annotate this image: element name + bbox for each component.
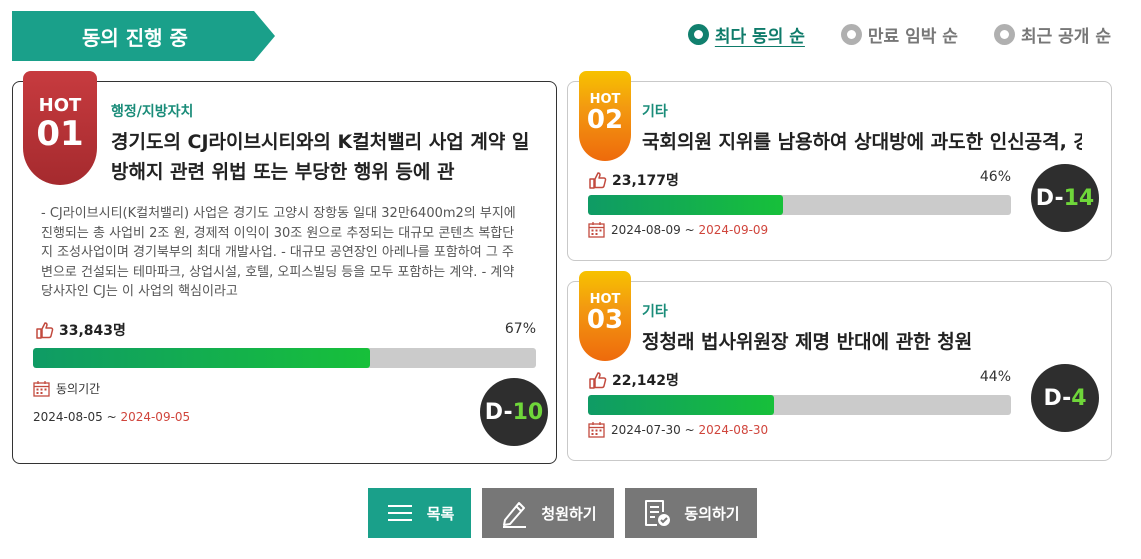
agree-count: 33,843명 — [59, 323, 126, 339]
start-date: 2024-08-09 — [611, 222, 681, 237]
radio-selected-icon — [687, 24, 709, 45]
petition-category: 기타 — [642, 304, 668, 320]
calendar-icon — [588, 422, 605, 438]
sort-options: 최다 동의 순 만료 임박 순 최근 공개 순 — [687, 22, 1111, 47]
petition-title[interactable]: 경기도의 CJ라이브시티와의 K컬처밸리 사업 계약 일방해지 관련 위법 또는… — [111, 127, 541, 187]
hot-label: HOT — [38, 95, 82, 116]
petition-summary: - CJ라이브시티(K컬처밸리) 사업은 경기도 고양시 장항동 일대 32만6… — [41, 206, 516, 299]
petition-category: 기타 — [642, 104, 668, 120]
start-date: 2024-07-30 — [611, 422, 681, 437]
agree-percent: 44% — [979, 369, 1011, 385]
agree-count-row: 22,142명 — [588, 370, 679, 390]
end-date: 2024-08-30 — [698, 422, 769, 437]
agree-percent: 67% — [504, 321, 536, 337]
list-icon — [387, 505, 412, 521]
sort-label: 최근 공개 순 — [1020, 27, 1111, 47]
d-day-number: 4 — [1071, 385, 1087, 411]
d-day-number: 10 — [512, 399, 544, 425]
thumbs-up-icon — [589, 372, 607, 389]
pencil-icon — [503, 502, 527, 528]
hot-rank-badge: HOT 03 — [579, 271, 631, 361]
rank-number: 02 — [586, 105, 624, 135]
agree-count-row: 23,177명 — [588, 170, 679, 190]
agree-button[interactable]: 동의하기 — [625, 488, 757, 538]
agree-period: 2024-08-09 ~ 2024-09-09 — [588, 221, 768, 238]
d-day-badge: D- 14 — [1031, 164, 1099, 232]
petition-category: 행정/지방자치 — [111, 104, 194, 120]
agree-count: 23,177명 — [612, 173, 679, 189]
petition-title[interactable]: 국회의원 지위를 남용하여 상대방에 과도한 인신공격, 강 — [642, 127, 1082, 157]
hot-rank-badge: HOT 02 — [579, 71, 631, 161]
sort-most-agreed[interactable]: 최다 동의 순 — [687, 22, 805, 47]
rank-number: 03 — [586, 305, 624, 335]
list-button[interactable]: 목록 — [368, 488, 471, 538]
rank-number: 01 — [36, 114, 84, 154]
thumbs-up-icon — [36, 322, 54, 339]
petition-button[interactable]: 청원하기 — [482, 488, 614, 538]
radio-icon — [993, 24, 1015, 45]
sort-recently-opened[interactable]: 최근 공개 순 — [993, 22, 1111, 47]
calendar-icon — [588, 222, 605, 238]
agree-button-label: 동의하기 — [684, 504, 740, 523]
petition-button-label: 청원하기 — [541, 504, 597, 523]
date-separator: ~ — [102, 410, 121, 424]
agree-progress-bar — [588, 195, 1011, 215]
document-check-icon — [645, 500, 671, 526]
date-separator: ~ — [680, 222, 699, 237]
d-day-prefix: D- — [1035, 185, 1064, 211]
petition-card-3[interactable]: HOT 03 기타 정청래 법사위원장 제명 반대에 관한 청원 22,142명… — [567, 271, 1112, 461]
d-day-badge: D- 4 — [1031, 364, 1099, 432]
d-day-prefix: D- — [484, 399, 513, 425]
petition-title[interactable]: 정청래 법사위원장 제명 반대에 관한 청원 — [642, 327, 1082, 357]
petition-card-2[interactable]: HOT 02 기타 국회의원 지위를 남용하여 상대방에 과도한 인신공격, 강… — [567, 71, 1112, 261]
agree-progress-bar — [588, 395, 1011, 415]
agree-percent: 46% — [979, 169, 1011, 185]
section-title-banner: 동의 진행 중 — [12, 11, 275, 61]
period-label-row: 동의기간 — [33, 380, 100, 397]
petition-card-1[interactable]: HOT 01 행정/지방자치 경기도의 CJ라이브시티와의 K컬처밸리 사업 계… — [12, 71, 557, 464]
section-title: 동의 진행 중 — [82, 25, 188, 50]
agree-period: 2024-07-30 ~ 2024-08-30 — [588, 421, 768, 438]
agree-period: 2024-08-05 ~ 2024-09-05 — [33, 410, 190, 424]
sort-expiring-soon[interactable]: 만료 임박 순 — [840, 22, 958, 47]
date-separator: ~ — [680, 422, 699, 437]
agree-progress-fill — [33, 348, 370, 368]
end-date: 2024-09-09 — [698, 222, 769, 237]
agree-count: 22,142명 — [612, 373, 679, 389]
action-buttons: 목록 청원하기 동의하기 — [368, 488, 757, 538]
start-date: 2024-08-05 — [33, 410, 103, 424]
sort-label: 만료 임박 순 — [867, 27, 958, 47]
agree-progress-bar — [33, 348, 536, 368]
radio-icon — [840, 24, 862, 45]
sort-label: 최다 동의 순 — [714, 27, 805, 47]
d-day-number: 14 — [1063, 185, 1095, 211]
agree-progress-fill — [588, 195, 783, 215]
d-day-prefix: D- — [1043, 385, 1072, 411]
thumbs-up-icon — [589, 172, 607, 189]
list-button-label: 목록 — [426, 504, 455, 523]
period-label: 동의기간 — [56, 382, 101, 396]
agree-progress-fill — [588, 395, 775, 415]
d-day-badge: D- 10 — [480, 378, 548, 446]
calendar-icon — [33, 381, 50, 397]
end-date: 2024-09-05 — [120, 410, 191, 424]
hot-rank-badge: HOT 01 — [23, 71, 97, 185]
agree-count-row: 33,843명 — [35, 320, 126, 340]
